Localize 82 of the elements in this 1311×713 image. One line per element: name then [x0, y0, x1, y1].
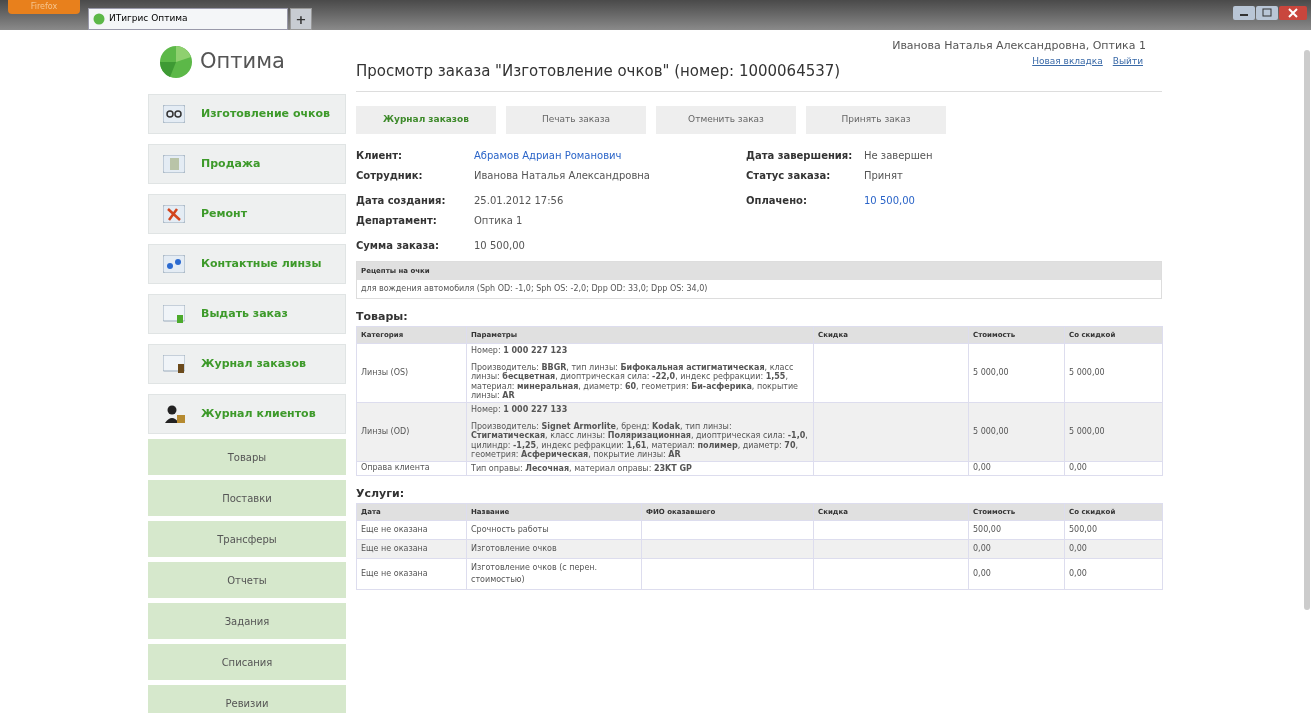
browser-tab[interactable]: ИТигрис Оптима: [88, 8, 288, 30]
glasses-icon: [163, 105, 185, 123]
minimize-icon[interactable]: [1233, 6, 1255, 20]
nav-item[interactable]: Выдать заказ: [148, 294, 346, 334]
table-cell: Изготовление очков: [466, 539, 642, 559]
user-name: Иванова Наталья Александровна, Оптика 1: [892, 38, 1146, 54]
section-title: Услуги:: [356, 486, 406, 503]
table-cell: 0,00: [968, 558, 1065, 590]
section-title: Товары:: [356, 309, 409, 325]
globe-icon: [93, 13, 105, 25]
table-cell: Линзы (OS): [356, 343, 467, 403]
nav-item[interactable]: Задания: [148, 603, 346, 639]
table-cell: Линзы (OD): [356, 402, 467, 462]
document-arrow-icon: [163, 305, 185, 323]
table-cell: 500,00: [968, 520, 1065, 540]
nav-item[interactable]: Списания: [148, 644, 346, 680]
person-icon: [163, 405, 185, 423]
tab-title: ИТигрис Оптима: [109, 12, 188, 26]
item-parameters: Тип оправы: Лесочная, материал оправы: 23KT GP: [471, 463, 693, 474]
action-button[interactable]: Журнал заказов: [356, 105, 496, 134]
field-label: Статус заказа:: [746, 168, 832, 183]
field-value: Иванова Наталья Александровна: [474, 168, 650, 183]
field-label: Клиент:: [356, 148, 403, 163]
field-label: Дата завершения:: [746, 148, 854, 163]
field-value: 25.01.2012 17:56: [474, 193, 564, 208]
action-button[interactable]: Отменить заказ: [656, 105, 796, 134]
nav-item[interactable]: Поставки: [148, 480, 346, 516]
field-value: Оптика 1: [474, 213, 523, 228]
prescription-text: для вождения автомобиля (Sph OD: -1,0; Sph OS: -2,0; Dpp OD: 33,0; Dpp OS: 34,0): [360, 283, 709, 295]
field-label: Оплачено:: [746, 193, 808, 208]
table-cell: 500,00: [1064, 520, 1163, 540]
item-parameters: Производитель: Signet Armorlite, бренд: Kodak, тип линзы: Стигматическая, класс линзы: Поляризационная, диоптрическая сила: -1,0, цилиндр: -1,25, индекс рефракции: 1,61, материал: полимер, диаметр: 70, геометрия: Асферическая, покрытие линзы: AR: [471, 422, 809, 459]
field-link[interactable]: 10 500,00: [864, 192, 915, 208]
logo-text: Оптима: [200, 48, 285, 76]
field-value: Не завершен: [864, 148, 933, 163]
table-cell: 0,00: [1064, 558, 1163, 590]
logo-icon: [160, 46, 192, 78]
table-cell: Изготовление очков (с перен. стоимостью): [466, 558, 642, 590]
lenses-icon: [163, 255, 185, 273]
banknote-icon: [163, 155, 185, 173]
table-cell: 0,00: [1064, 539, 1163, 559]
table-cell: Еще не оказана: [356, 520, 467, 540]
table-cell: Еще не оказана: [356, 539, 467, 559]
item-parameters: Производитель: BBGR, тип линзы: Бифокальная астигматическая, класс линзы: бесцветная, диоптрическая сила: -22,0, индекс рефракции: 1,55, материал: минеральная, диаметр: 60, геометрия: Би-асферика, покрытие линзы: AR: [471, 363, 800, 400]
table-cell: Еще не оказана: [356, 558, 467, 590]
field-value: 10 500,00: [474, 238, 525, 253]
nav-item[interactable]: Отчеты: [148, 562, 346, 598]
nav-item[interactable]: Продажа: [148, 144, 346, 184]
table-cell: 0,00: [1064, 461, 1163, 476]
nav-item[interactable]: Ремонт: [148, 194, 346, 234]
table-cell: Срочность работы: [466, 520, 642, 540]
table-cell: 0,00: [968, 461, 1065, 476]
header-link[interactable]: Новая вкладка: [1032, 54, 1103, 68]
scrollbar[interactable]: [1304, 50, 1310, 610]
field-link[interactable]: Абрамов Адриан Романович: [474, 147, 622, 163]
field-value: Принят: [864, 168, 903, 183]
tools-icon: [163, 205, 185, 223]
table-cell: 5 000,00: [968, 343, 1065, 403]
table-cell: 5 000,00: [1064, 343, 1163, 403]
field-label: Дата создания:: [356, 193, 447, 208]
nav-item[interactable]: Журнал клиентов: [148, 394, 346, 434]
header-link[interactable]: Выйти: [1112, 54, 1143, 68]
nav-item[interactable]: Журнал заказов: [148, 344, 346, 384]
nav-item[interactable]: Контактные линзы: [148, 244, 346, 284]
nav-item[interactable]: Товары: [148, 439, 346, 475]
item-number: Номер: 1 000 227 133: [471, 404, 569, 415]
field-label: Сумма заказа:: [356, 238, 441, 253]
field-label: Сотрудник:: [356, 168, 424, 183]
item-number: Номер: 1 000 227 123: [471, 346, 569, 356]
table-cell: 5 000,00: [968, 402, 1065, 462]
new-tab-button[interactable]: +: [290, 8, 312, 30]
close-icon[interactable]: [1279, 6, 1307, 20]
table-cell: Оправа клиента: [356, 461, 467, 476]
nav-item[interactable]: Изготовление очков: [148, 94, 346, 134]
table-cell: 5 000,00: [1064, 402, 1163, 462]
nav-item[interactable]: Трансферы: [148, 521, 346, 557]
action-button[interactable]: Принять заказ: [806, 105, 946, 134]
field-label: Департамент:: [356, 213, 438, 228]
action-button[interactable]: Печать заказа: [506, 105, 646, 134]
nav-item[interactable]: Ревизии: [148, 685, 346, 713]
document-book-icon: [163, 355, 185, 373]
table-cell: 0,00: [968, 539, 1065, 559]
